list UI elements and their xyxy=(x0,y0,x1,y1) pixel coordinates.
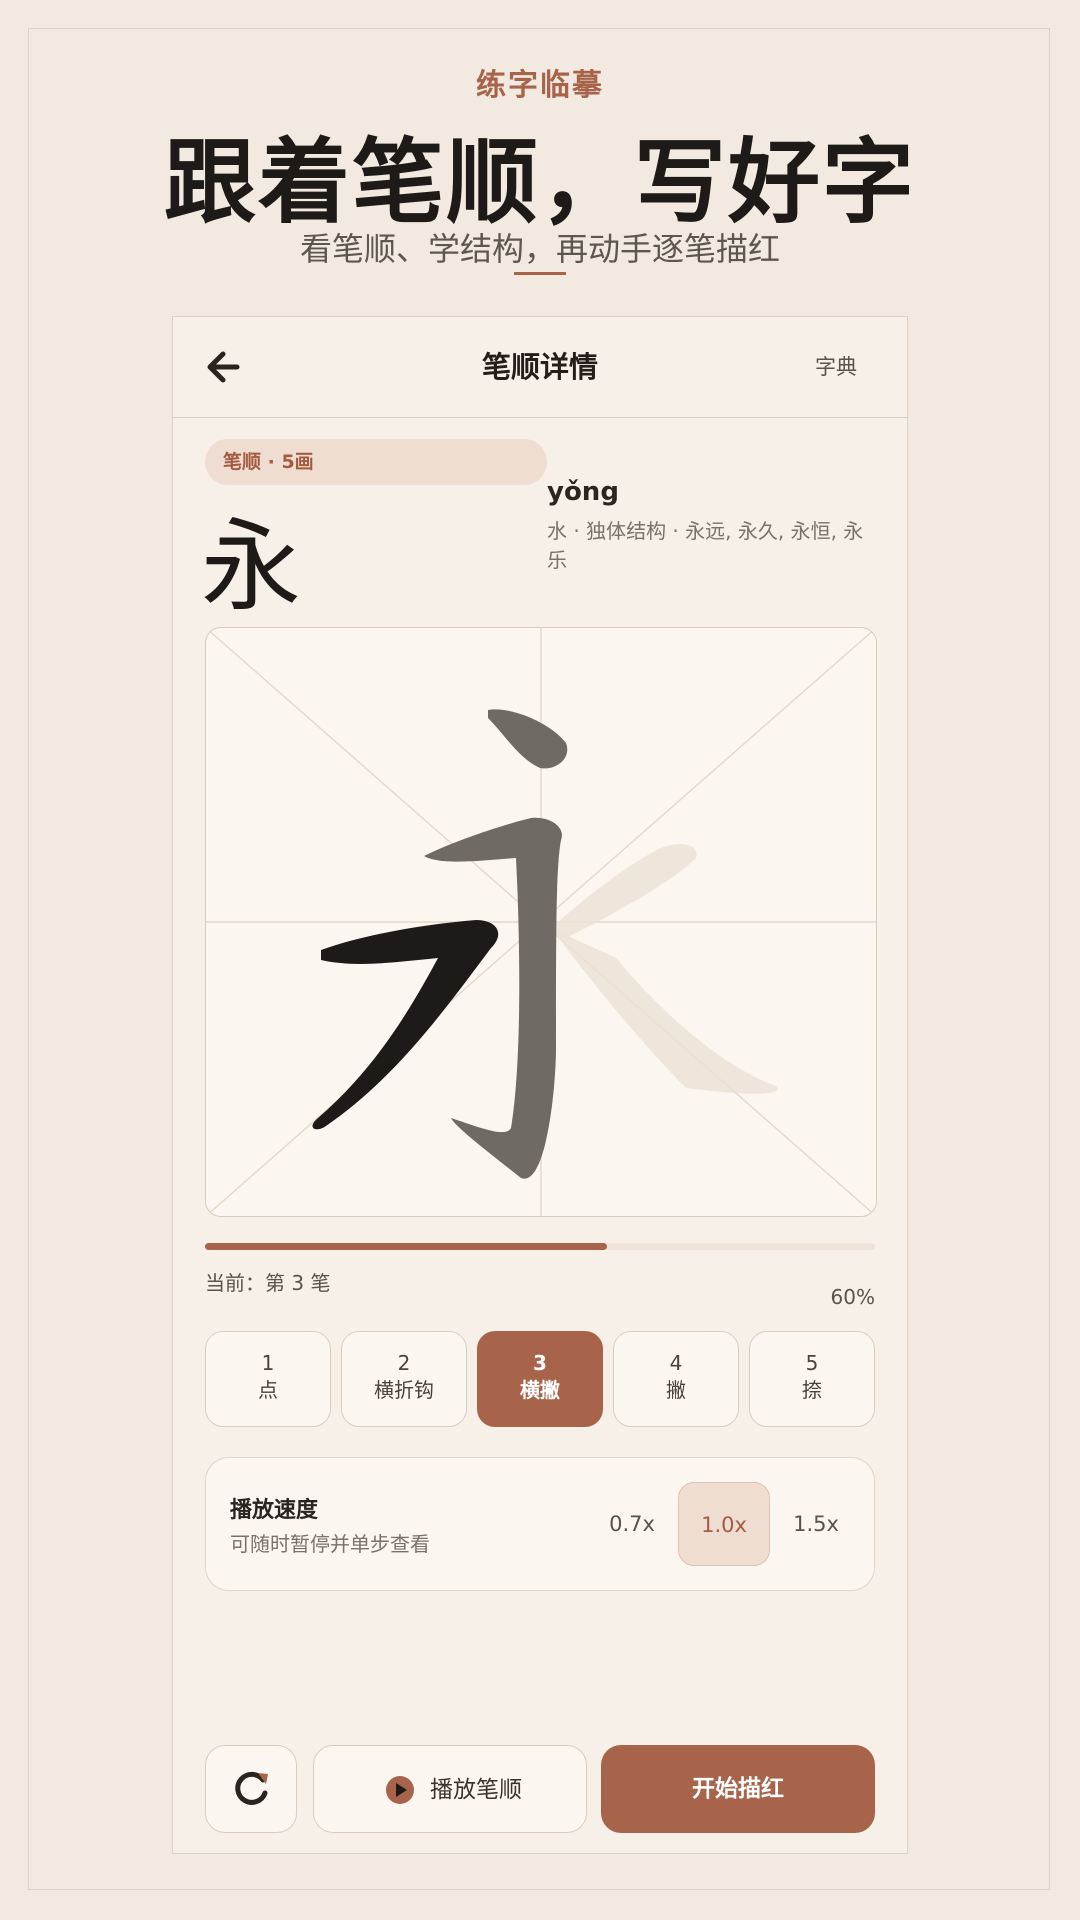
stroke-name: 横折钩 xyxy=(374,1378,434,1402)
reset-button[interactable] xyxy=(205,1745,297,1833)
stroke-count-badge: 笔顺 · 5画 xyxy=(205,439,547,485)
glyph-stroke-3 xyxy=(312,920,499,1130)
stroke-button-3[interactable]: 3 横撇 xyxy=(477,1331,603,1427)
speed-option-1.5x[interactable]: 1.5x xyxy=(770,1482,862,1566)
stroke-selector: 1 点 2 横折钩 3 横撇 4 撇 5 捺 xyxy=(205,1331,875,1427)
stroke-number: 4 xyxy=(669,1351,683,1375)
page-subline: 看笔顺、学结构，再动手逐笔描红 xyxy=(299,230,780,268)
speed-option-1.0x[interactable]: 1.0x xyxy=(678,1482,770,1566)
kicker-label: 练字临摹 xyxy=(476,68,604,103)
stroke-button-5[interactable]: 5 捺 xyxy=(749,1331,875,1427)
stroke-name: 横撇 xyxy=(520,1378,560,1402)
stroke-name: 撇 xyxy=(666,1378,686,1402)
current-stroke-label: 当前：第 3 笔 xyxy=(205,1271,331,1295)
grid-canvas xyxy=(206,628,876,1216)
stroke-button-4[interactable]: 4 撇 xyxy=(613,1331,739,1427)
play-strokes-button[interactable]: 播放笔顺 xyxy=(313,1745,587,1833)
stroke-number: 3 xyxy=(533,1351,547,1375)
dictionary-link[interactable]: 字典 xyxy=(815,317,857,417)
stroke-detail-panel: 笔顺详情 字典 笔顺 · 5画 永 yǒng 水 · 独体结构 · 永远, 永久… xyxy=(172,316,908,1854)
progress-bar xyxy=(205,1243,875,1250)
speed-option-0.7x[interactable]: 0.7x xyxy=(586,1482,678,1566)
character-meaning: 水 · 独体结构 · 永远, 永久, 永恒, 永乐 xyxy=(547,519,864,572)
progress-fill xyxy=(205,1243,607,1250)
nav-title: 笔顺详情 xyxy=(481,350,598,384)
speed-title: 播放速度 xyxy=(230,1498,319,1523)
character-pinyin: yǒng xyxy=(547,477,619,507)
glyph-stroke-4 xyxy=(551,843,697,938)
reset-icon xyxy=(235,1771,268,1805)
progress-percent: 60% xyxy=(830,1285,875,1309)
glyph-stroke-1 xyxy=(488,709,568,769)
page-headline: 跟着笔顺，写好字 xyxy=(163,128,916,236)
stroke-name: 捺 xyxy=(802,1378,822,1402)
glyph-stroke-5 xyxy=(551,928,778,1094)
play-label: 播放笔顺 xyxy=(430,1777,522,1803)
stroke-button-1[interactable]: 1 点 xyxy=(205,1331,331,1427)
speed-card: 播放速度 可随时暂停并单步查看 0.7x 1.0x 1.5x xyxy=(205,1457,875,1591)
stroke-name: 点 xyxy=(258,1378,278,1402)
stroke-button-2[interactable]: 2 横折钩 xyxy=(341,1331,467,1427)
play-icon xyxy=(386,1776,414,1804)
stroke-number: 5 xyxy=(805,1351,819,1375)
practice-grid[interactable] xyxy=(205,627,877,1217)
nav-bar: 笔顺详情 字典 xyxy=(173,317,907,418)
stroke-number: 2 xyxy=(397,1351,411,1375)
accent-underline xyxy=(514,272,566,275)
speed-subtitle: 可随时暂停并单步查看 xyxy=(230,1532,430,1556)
stroke-number: 1 xyxy=(261,1351,275,1375)
start-tracing-button[interactable]: 开始描红 xyxy=(601,1745,875,1833)
character-glyph: 永 xyxy=(201,508,301,625)
